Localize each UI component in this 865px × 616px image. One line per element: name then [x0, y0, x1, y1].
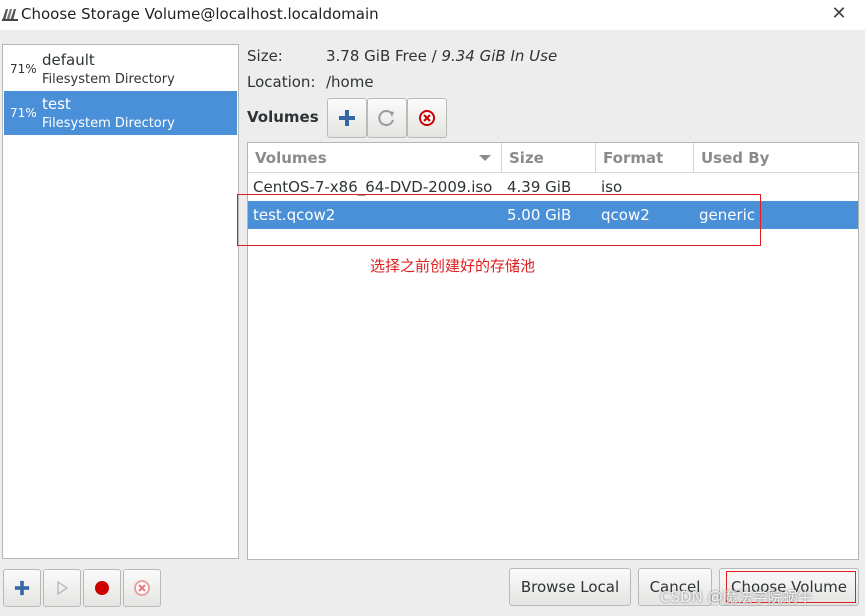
refresh-volume-button[interactable]	[367, 98, 407, 138]
column-header-format[interactable]: Format	[596, 143, 694, 173]
delete-icon	[134, 580, 150, 596]
add-pool-button[interactable]	[3, 569, 41, 607]
browse-local-button[interactable]: Browse Local	[509, 568, 631, 606]
watermark: CSDN @魔法学院蜗牛	[660, 588, 813, 606]
title-bar: Choose Storage Volume@localhost.localdom…	[0, 0, 865, 30]
pool-name: default	[42, 51, 95, 69]
delete-icon	[419, 110, 435, 126]
window-title: Choose Storage Volume@localhost.localdom…	[21, 5, 379, 23]
pool-name: test	[42, 95, 71, 113]
plus-icon	[14, 580, 30, 596]
column-header-size[interactable]: Size	[502, 143, 596, 173]
pool-usage-percent: 71%	[10, 62, 37, 76]
pool-type: Filesystem Directory	[42, 72, 175, 87]
close-icon[interactable]: ✕	[828, 3, 850, 25]
size-free: 3.78 GiB Free /	[326, 47, 437, 65]
pool-item-default[interactable]: 71% default Filesystem Directory	[4, 47, 237, 91]
delete-volume-button[interactable]	[407, 98, 447, 138]
pool-type: Filesystem Directory	[42, 116, 175, 131]
add-volume-button[interactable]	[327, 98, 367, 138]
start-pool-button[interactable]	[43, 569, 81, 607]
column-header-volumes[interactable]: Volumes	[248, 143, 502, 173]
size-label: Size:	[247, 47, 283, 65]
volumes-heading: Volumes	[247, 108, 319, 126]
volume-table-header: Volumes Size Format Used By	[248, 143, 858, 173]
pool-usage-percent: 71%	[10, 106, 37, 120]
size-value: 3.78 GiB Free / 9.34 GiB In Use	[326, 47, 557, 65]
storage-pool-list[interactable]: 71% default Filesystem Directory 71% tes…	[2, 44, 239, 559]
annotation-highlight-row	[237, 194, 761, 246]
annotation-text: 选择之前创建好的存储池	[370, 257, 536, 275]
delete-pool-button[interactable]	[123, 569, 161, 607]
column-header-used-by[interactable]: Used By	[694, 143, 858, 173]
record-icon	[95, 581, 109, 595]
refresh-icon	[378, 110, 394, 127]
size-in-use: 9.34 GiB In Use	[441, 47, 558, 65]
virt-manager-icon	[2, 9, 18, 21]
chevron-down-icon	[479, 155, 491, 161]
stop-pool-button[interactable]	[83, 569, 121, 607]
location-label: Location:	[247, 73, 316, 91]
play-icon	[57, 581, 69, 595]
plus-icon	[339, 110, 355, 126]
pool-item-test[interactable]: 71% test Filesystem Directory	[4, 91, 237, 135]
location-value: /home	[326, 73, 374, 91]
